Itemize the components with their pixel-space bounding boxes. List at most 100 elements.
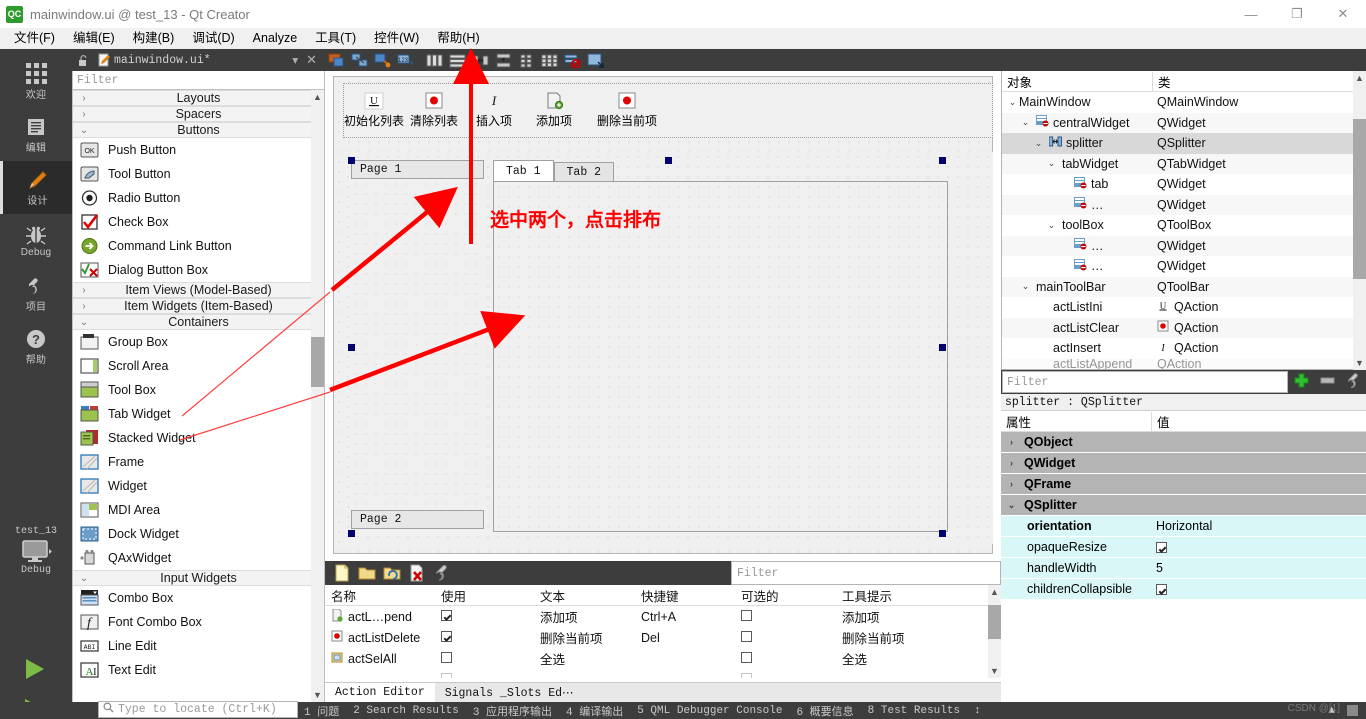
property-row-orientation[interactable]: orientation Horizontal — [1001, 516, 1366, 537]
property-group-qobject[interactable]: › QObject — [1001, 432, 1366, 453]
output-pane-compile[interactable]: 4 编译输出 — [566, 703, 623, 719]
tree-row-mainwindow[interactable]: ⌄ MainWindow QMainWindow — [1002, 92, 1366, 113]
layout-horizontally-icon[interactable] — [423, 49, 446, 71]
menu-build[interactable]: 构建(B) — [124, 28, 184, 49]
checkable-checkbox[interactable] — [741, 651, 752, 663]
run-button[interactable] — [0, 649, 72, 689]
edit-signals-slots-icon[interactable] — [348, 49, 371, 71]
scrollbar-thumb[interactable] — [1353, 119, 1366, 279]
widget-item-radio-button[interactable]: Radio Button — [73, 186, 324, 210]
property-editor-panel[interactable]: Filter splitter : QSplitter 属性 值 › QObje… — [1001, 370, 1366, 702]
output-pane-test-results[interactable]: 8 Test Results — [868, 705, 960, 717]
scroll-up-arrow-icon[interactable]: ▲ — [311, 90, 324, 104]
tree-row-tab2[interactable]: … QWidget — [1002, 194, 1366, 215]
unlock-icon[interactable] — [72, 54, 94, 67]
break-layout-icon[interactable] — [561, 49, 584, 71]
form-tab-2[interactable]: Tab 2 — [553, 162, 615, 181]
used-checkbox[interactable] — [441, 630, 452, 642]
tree-row-maintoolbar[interactable]: ⌄ mainToolBar QToolBar — [1002, 276, 1366, 297]
property-value-checkbox[interactable] — [1156, 541, 1167, 553]
chevron-down-icon[interactable]: ⌄ — [1032, 138, 1045, 149]
edit-widgets-icon[interactable] — [325, 49, 348, 71]
menu-widgets[interactable]: 控件(W) — [365, 28, 428, 49]
delete-x-icon[interactable] — [404, 561, 429, 585]
table-row[interactable]: actListDelete 删除当前项 Del 删除当前项 — [325, 627, 1001, 648]
output-pane-resize-handle-icon[interactable]: ↕ — [974, 705, 981, 717]
remove-property-button[interactable] — [1319, 372, 1336, 392]
scrollbar-thumb[interactable] — [988, 605, 1001, 639]
tree-row-centralwidget[interactable]: ⌄ centralWidget QWidget — [1002, 112, 1366, 133]
property-filter-input[interactable]: Filter — [1002, 371, 1288, 393]
action-editor-filter-input[interactable]: Filter — [731, 561, 1001, 585]
widget-category-buttons[interactable]: ⌄ Buttons — [73, 122, 324, 138]
tree-row-toolbox[interactable]: ⌄ toolBox QToolBox — [1002, 215, 1366, 236]
menu-edit[interactable]: 编辑(E) — [64, 28, 124, 49]
form-tab-strip[interactable]: Tab 1 Tab 2 — [493, 160, 948, 181]
tree-row-toolbox-page2[interactable]: … QWidget — [1002, 256, 1366, 277]
widget-item-widget[interactable]: Widget — [73, 474, 324, 498]
widget-item-tool-box[interactable]: Tool Box — [73, 378, 324, 402]
property-row-handlewidth[interactable]: handleWidth 5 — [1001, 558, 1366, 579]
widget-item-frame[interactable]: Frame — [73, 450, 324, 474]
form-action-clear-list[interactable]: 清除列表 — [404, 84, 464, 129]
widget-box-filename[interactable]: mainwindow.ui* — [114, 54, 211, 67]
add-property-button[interactable] — [1293, 372, 1310, 392]
widget-category-item-widgets[interactable]: › Item Widgets (Item-Based) — [73, 298, 324, 314]
used-checkbox[interactable] — [441, 651, 452, 663]
form-tab-1[interactable]: Tab 1 — [493, 160, 554, 181]
output-pane-issues[interactable]: 1 问题 — [304, 703, 339, 719]
mode-debug[interactable]: Debug — [0, 214, 72, 267]
scroll-up-arrow-icon[interactable]: ▲ — [988, 585, 1001, 599]
form-action-insert-item[interactable]: I 插入项 — [464, 84, 524, 129]
widget-box-filter-input[interactable]: Filter — [72, 71, 325, 90]
scroll-down-arrow-icon[interactable]: ▼ — [988, 664, 1001, 678]
widget-item-qax-widget[interactable]: QAxWidget — [73, 546, 324, 570]
used-checkbox[interactable] — [441, 609, 452, 621]
widget-item-tool-button[interactable]: Tool Button — [73, 162, 324, 186]
output-pane-qml-debugger[interactable]: 5 QML Debugger Console — [637, 705, 782, 717]
table-row[interactable] — [325, 669, 1001, 678]
object-inspector-scrollbar[interactable]: ▲ ▼ — [1353, 71, 1366, 370]
menu-debug[interactable]: 调试(D) — [183, 28, 243, 49]
tree-row-actinsert[interactable]: actInsert I QAction — [1002, 338, 1366, 359]
adjust-size-icon[interactable] — [584, 49, 607, 71]
output-pane-app-output[interactable]: 3 应用程序输出 — [473, 703, 552, 719]
property-group-qwidget[interactable]: › QWidget — [1001, 453, 1366, 474]
selection-handle-mid-left[interactable] — [348, 344, 355, 351]
selection-handle-mid-right[interactable] — [939, 344, 946, 351]
widget-item-dock-widget[interactable]: Dock Widget — [73, 522, 324, 546]
widget-category-containers[interactable]: ⌄ Containers — [73, 314, 324, 330]
widget-category-item-views[interactable]: › Item Views (Model-Based) — [73, 282, 324, 298]
property-row-opaqueresize[interactable]: opaqueResize — [1001, 537, 1366, 558]
close-button[interactable]: ✕ — [1320, 0, 1366, 28]
tree-row-actlistini[interactable]: actListIni U QAction — [1002, 297, 1366, 318]
widget-item-font-combo-box[interactable]: f Font Combo Box — [73, 610, 324, 634]
widget-category-input-widgets[interactable]: ⌄ Input Widgets — [73, 570, 324, 586]
widget-item-command-link-button[interactable]: Command Link Button — [73, 234, 324, 258]
minimize-button[interactable]: — — [1228, 0, 1274, 28]
output-pane-search[interactable]: 2 Search Results — [353, 705, 459, 717]
scrollbar-thumb[interactable] — [311, 337, 324, 387]
new-page-icon[interactable] — [329, 561, 354, 585]
wrench-icon[interactable] — [429, 561, 454, 585]
layout-splitter-vertical-icon[interactable] — [492, 49, 515, 71]
chevron-right-icon[interactable]: › — [1005, 437, 1018, 447]
chevron-down-icon[interactable]: ⌄ — [1045, 158, 1058, 169]
action-editor-table[interactable]: 名称 使用 文本 快捷键 可选的 工具提示 actL…pend 添加项 Ctrl… — [325, 585, 1001, 678]
property-row-childrencollapsible[interactable]: childrenCollapsible — [1001, 579, 1366, 600]
widget-category-layouts[interactable]: › Layouts — [73, 90, 324, 106]
scroll-down-arrow-icon[interactable]: ▼ — [1353, 356, 1366, 370]
form-action-init-list[interactable]: U 初始化列表 — [344, 84, 404, 129]
action-editor-scrollbar[interactable]: ▲ ▼ — [988, 585, 1001, 678]
chevron-down-icon[interactable]: ⌄ — [1019, 117, 1032, 128]
widget-category-spacers[interactable]: › Spacers — [73, 106, 324, 122]
maximize-button[interactable]: ❐ — [1274, 0, 1320, 28]
menu-analyze[interactable]: Analyze — [244, 28, 306, 49]
chevron-right-icon[interactable]: › — [1005, 458, 1018, 468]
scroll-down-arrow-icon[interactable]: ▼ — [311, 688, 324, 702]
widget-item-text-edit[interactable]: AI Text Edit — [73, 658, 324, 682]
tree-row-tabwidget[interactable]: ⌄ tabWidget QTabWidget — [1002, 153, 1366, 174]
chevron-down-icon[interactable]: ⌄ — [1019, 281, 1032, 292]
form-central-widget[interactable]: Page 1 Page 2 Tab 1 Tab 2 — [343, 152, 993, 544]
output-pane-summary[interactable]: 6 概要信息 — [796, 703, 853, 719]
